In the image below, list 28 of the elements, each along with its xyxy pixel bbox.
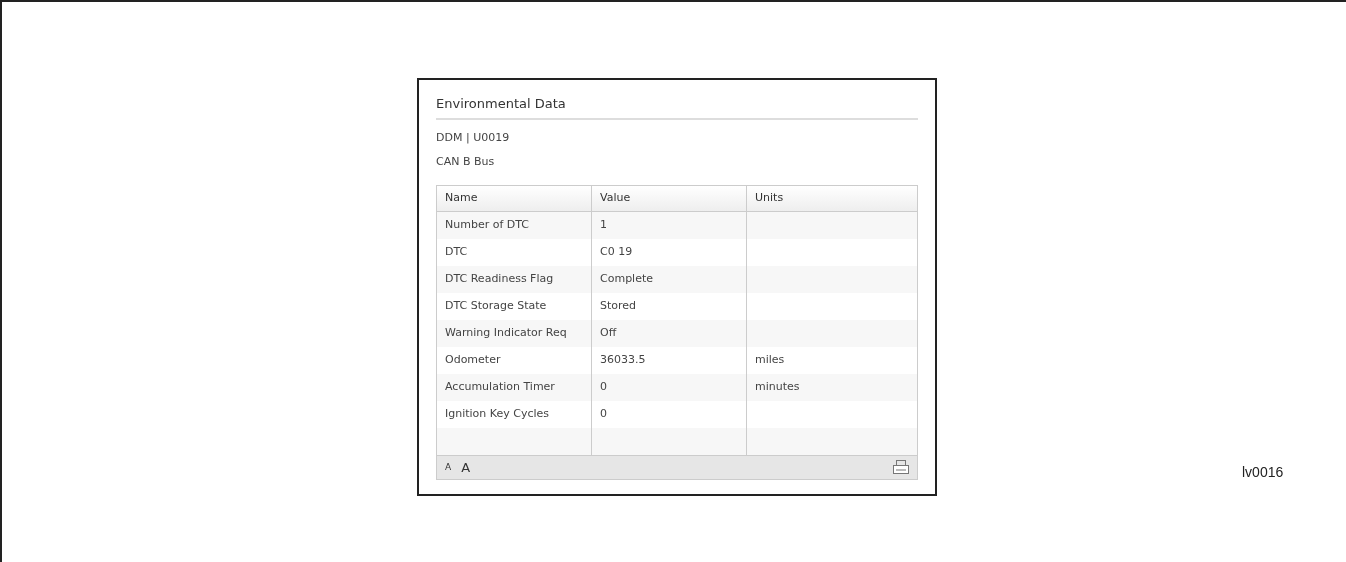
increase-font-button[interactable]: A — [461, 460, 471, 474]
panel-title: Environmental Data — [436, 94, 918, 120]
column-header[interactable]: Name — [437, 185, 592, 211]
table-cell-text: Complete — [599, 270, 654, 287]
table-cell-text: DTC Storage State — [444, 297, 548, 314]
table-cell-text: Accumulation Timer — [444, 378, 556, 395]
table-cell-text: 0 — [599, 378, 608, 395]
panel-subtitle: CAN B Bus — [436, 154, 496, 170]
print-icon[interactable] — [893, 460, 909, 474]
table-cell-text: 0 — [599, 405, 608, 422]
table-cell-text: Ignition Key Cycles — [444, 405, 551, 422]
table-cell-text: miles — [754, 351, 786, 368]
panel-subtitle: DDM | U0019 — [436, 129, 511, 146]
table-cell-text: DTC — [444, 243, 469, 260]
column-header[interactable]: Units — [747, 185, 917, 211]
table-cell-text: Stored — [599, 297, 638, 314]
table-cell-text: Off — [599, 324, 618, 341]
column-header[interactable]: Value — [592, 185, 747, 211]
table-cell-text: Number of DTC — [444, 216, 530, 233]
table-cell-text: DTC Readiness Flag — [444, 270, 555, 287]
table-cell-text: C0 19 — [599, 243, 634, 260]
table-cell-text: Warning Indicator Req — [444, 324, 568, 341]
table-cell-text: 1 — [599, 216, 608, 233]
table-cell-text: Odometer — [444, 351, 502, 368]
table-cell-text: 36033.5 — [599, 351, 647, 368]
table-cell-text: minutes — [754, 378, 801, 395]
figure-label: lv0016 — [1242, 463, 1284, 482]
decrease-font-button[interactable]: A — [445, 462, 452, 472]
